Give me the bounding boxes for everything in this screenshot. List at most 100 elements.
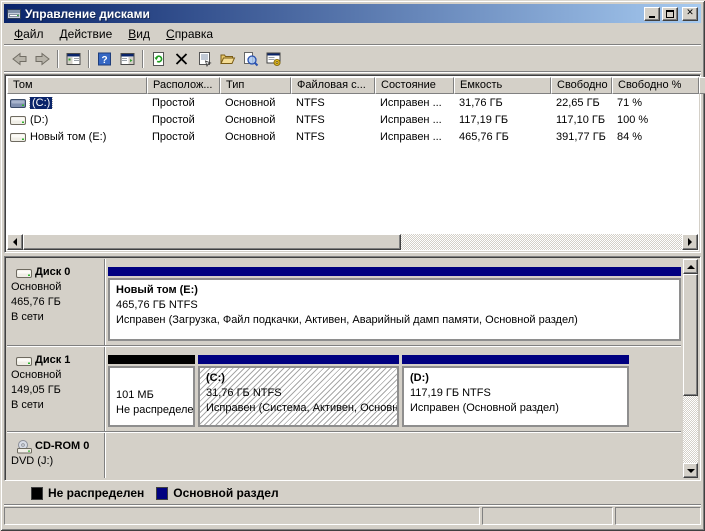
- cell-layout: Простой: [147, 131, 220, 143]
- column-header-filesystem[interactable]: Файловая с...: [291, 77, 375, 94]
- legend-unallocated-swatch: [31, 487, 43, 500]
- cell-free-pct: 100 %: [612, 114, 699, 126]
- disk-type: Основной: [11, 280, 102, 295]
- column-header-type[interactable]: Тип: [220, 77, 291, 94]
- column-header-free[interactable]: Свободно: [551, 77, 612, 94]
- volume-list-pane: Том Располож... Тип Файловая с... Состоя…: [4, 74, 701, 253]
- scroll-left-icon: [13, 238, 17, 246]
- partition-d-box[interactable]: (D:) 117,19 ГБ NTFS Исправен (Основной р…: [402, 366, 629, 427]
- cell-layout: Простой: [147, 114, 220, 126]
- toolbar: ?: [4, 46, 701, 71]
- partition-unallocated[interactable]: 101 МБ Не распределе: [108, 355, 195, 427]
- partition-e-box[interactable]: Новый том (E:) 465,76 ГБ NTFS Исправен (…: [108, 278, 681, 341]
- cdrom-letter: DVD (J:): [11, 454, 102, 469]
- scroll-left-button[interactable]: [7, 234, 23, 250]
- disk-size: 465,76 ГБ: [11, 295, 102, 310]
- legend-unallocated-label: Не распределен: [48, 486, 144, 500]
- toolbar-separator: [88, 50, 90, 68]
- open-folder-icon: [219, 51, 236, 67]
- cell-type: Основной: [220, 114, 291, 126]
- vertical-scroll-thumb[interactable]: [683, 274, 698, 396]
- column-header-free-pct[interactable]: Свободно %: [612, 77, 699, 94]
- help-button[interactable]: ?: [93, 48, 116, 70]
- partition-d[interactable]: (D:) 117,19 ГБ NTFS Исправен (Основной р…: [402, 355, 629, 427]
- horizontal-scroll-thumb[interactable]: [23, 234, 401, 250]
- view-button[interactable]: [239, 48, 262, 70]
- status-panel-main: [4, 507, 480, 525]
- cdrom-0-label[interactable]: CD-ROM 0 DVD (J:) Н: [7, 433, 104, 478]
- volume-row-c[interactable]: (C:) Простой Основной NTFS Исправен ... …: [7, 94, 698, 111]
- column-header-volume[interactable]: Том: [7, 77, 147, 94]
- partition-unallocated-box[interactable]: 101 МБ Не распределе: [108, 366, 195, 427]
- show-console-tree-button[interactable]: [62, 48, 85, 70]
- partition-c[interactable]: (C:) 31,76 ГБ NTFS Исправен (Система, Ак…: [198, 355, 399, 427]
- volume-row-d[interactable]: (D:) Простой Основной NTFS Исправен ... …: [7, 111, 698, 128]
- maximize-button[interactable]: [662, 7, 678, 21]
- forward-button[interactable]: [31, 48, 54, 70]
- close-button[interactable]: ✕: [682, 7, 698, 21]
- close-icon: ✕: [686, 9, 694, 18]
- partition-size: 465,76 ГБ NTFS: [116, 298, 679, 313]
- open-folder-button[interactable]: [216, 48, 239, 70]
- refresh-button[interactable]: [147, 48, 170, 70]
- partition-status: Не распределе: [116, 403, 193, 418]
- graphical-view-pane: Диск 0 Основной 465,76 ГБ В сети Новый т…: [4, 256, 701, 481]
- cell-free: 22,65 ГБ: [551, 97, 612, 109]
- display-options-button[interactable]: [262, 48, 285, 70]
- legend-primary-label: Основной раздел: [173, 486, 278, 500]
- legend-primary-partition: Основной раздел: [156, 486, 278, 500]
- partition-title: (D:): [410, 371, 627, 386]
- legend-bar: Не распределен Основной раздел: [4, 482, 701, 504]
- horizontal-scroll-track[interactable]: [401, 234, 682, 250]
- volume-label-d[interactable]: (D:): [30, 114, 48, 126]
- vertical-scroll-track[interactable]: [683, 396, 698, 463]
- partition-c-box-selected[interactable]: (C:) 31,76 ГБ NTFS Исправен (Система, Ак…: [198, 366, 399, 427]
- disk-1-label[interactable]: Диск 1 Основной 149,05 ГБ В сети: [7, 347, 104, 431]
- column-header-layout[interactable]: Располож...: [147, 77, 220, 94]
- cell-free-pct: 84 %: [612, 131, 699, 143]
- partition-title: (C:): [206, 371, 397, 386]
- partition-status: Исправен (Загрузка, Файл подкачки, Актив…: [116, 313, 679, 328]
- cell-capacity: 31,76 ГБ: [454, 97, 551, 109]
- partition-e[interactable]: Новый том (E:) 465,76 ГБ NTFS Исправен (…: [108, 267, 681, 341]
- scroll-right-icon: [688, 238, 692, 246]
- horizontal-scrollbar: [7, 234, 698, 250]
- toolbar-separator: [57, 50, 59, 68]
- menu-action[interactable]: Действие: [52, 25, 121, 44]
- cell-status: Исправен ...: [375, 97, 454, 109]
- menu-help[interactable]: Справка: [158, 25, 221, 44]
- menu-file[interactable]: Файл: [6, 25, 52, 44]
- svg-text:?: ?: [101, 55, 107, 66]
- delete-button[interactable]: [170, 48, 193, 70]
- disk-0-label[interactable]: Диск 0 Основной 465,76 ГБ В сети: [7, 259, 104, 345]
- toolbar-separator: [142, 50, 144, 68]
- minimize-button[interactable]: [644, 7, 660, 21]
- scroll-right-button[interactable]: [682, 234, 698, 250]
- back-button[interactable]: [8, 48, 31, 70]
- scroll-up-button[interactable]: [683, 259, 698, 274]
- partition-size: 101 МБ: [116, 388, 193, 403]
- cell-free-pct: 71 %: [612, 97, 699, 109]
- volume-row-e[interactable]: Новый том (E:) Простой Основной NTFS Исп…: [7, 128, 698, 145]
- scroll-down-button[interactable]: [683, 463, 698, 478]
- disk-type: Основной: [11, 368, 102, 383]
- properties-button[interactable]: [193, 48, 216, 70]
- partition-color-strip: [198, 355, 399, 364]
- status-panel-2: [482, 507, 613, 525]
- column-header-capacity[interactable]: Емкость: [454, 77, 551, 94]
- column-header-status[interactable]: Состояние: [375, 77, 454, 94]
- cell-status: Исправен ...: [375, 131, 454, 143]
- titlebar: Управление дисками ✕: [4, 4, 701, 23]
- volume-label-c[interactable]: (C:): [30, 97, 52, 109]
- disk-name: Диск 0: [35, 265, 70, 280]
- cell-fs: NTFS: [291, 97, 375, 109]
- show-action-pane-button[interactable]: [116, 48, 139, 70]
- menu-view[interactable]: Вид: [120, 25, 158, 44]
- volume-label-e[interactable]: Новый том (E:): [30, 131, 106, 143]
- disk-management-window: Управление дисками ✕ Файл Действие Вид С…: [0, 0, 705, 531]
- cell-fs: NTFS: [291, 114, 375, 126]
- cell-capacity: 117,19 ГБ: [454, 114, 551, 126]
- disk-icon: [16, 267, 33, 279]
- volume-list-header: Том Располож... Тип Файловая с... Состоя…: [7, 77, 698, 94]
- cdrom-0-row: CD-ROM 0 DVD (J:) Н: [7, 433, 681, 478]
